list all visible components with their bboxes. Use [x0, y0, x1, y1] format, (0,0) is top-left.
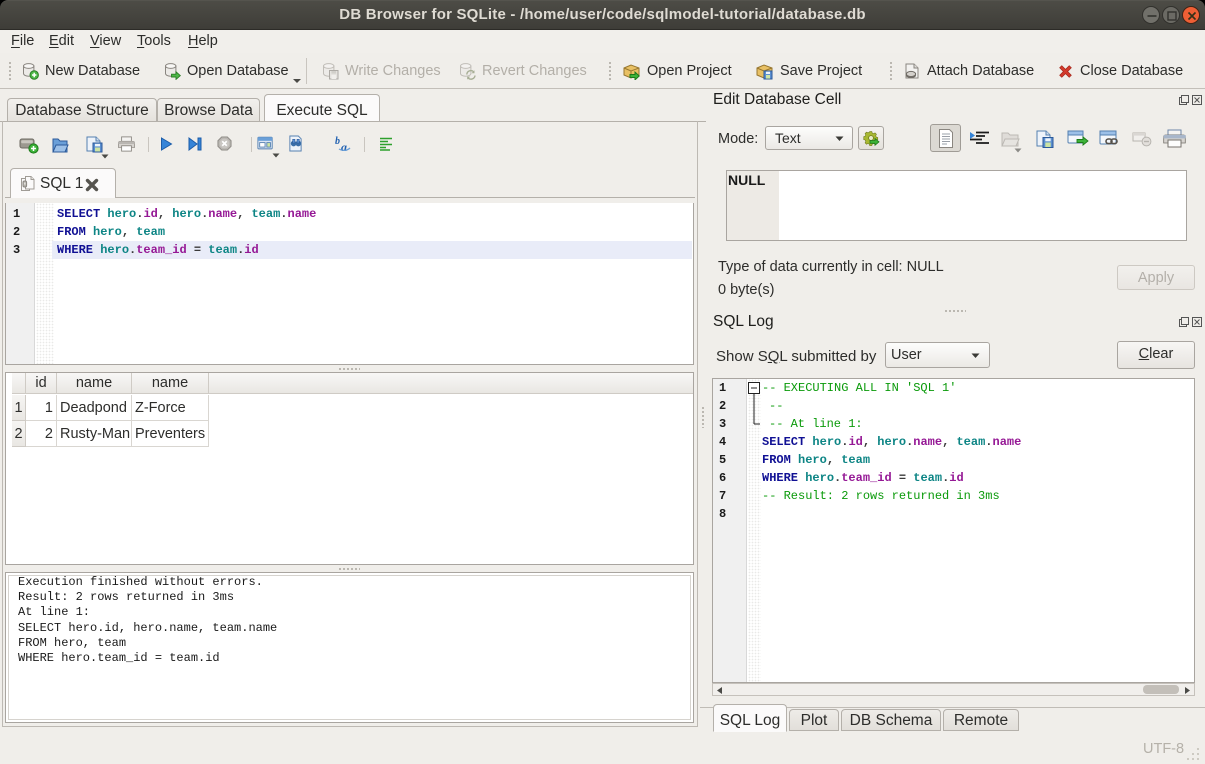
svg-text:a: a	[341, 140, 347, 153]
svg-text:b: b	[335, 136, 340, 147]
